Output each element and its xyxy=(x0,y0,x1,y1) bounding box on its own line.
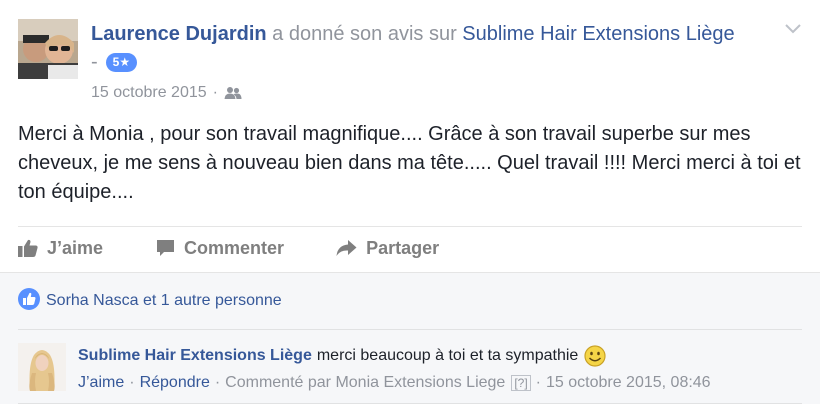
meta-separator: · xyxy=(212,84,218,101)
comment-meta: J’aime · Répondre · Commenté par Monia E… xyxy=(78,372,711,394)
post-date[interactable]: 15 octobre 2015 xyxy=(91,84,207,102)
comment-button[interactable]: Commenter xyxy=(156,238,284,259)
likes-summary: Sorha Nasca et 1 autre personne xyxy=(18,287,282,315)
thumbs-up-icon xyxy=(18,239,38,257)
author-name[interactable]: Laurence Dujardin xyxy=(91,23,267,45)
comment-author[interactable]: Sublime Hair Extensions Liège xyxy=(78,344,312,368)
chevron-down-icon[interactable] xyxy=(784,22,802,36)
rating-dash: - xyxy=(91,50,98,73)
post-meta: 15 octobre 2015 · xyxy=(91,82,242,104)
post-text: Merci à Monia , pour son travail magnifi… xyxy=(18,123,801,203)
action-bar: J’aime Commenter Partager xyxy=(18,228,439,268)
author-avatar[interactable] xyxy=(18,19,78,79)
share-button[interactable]: Partager xyxy=(336,238,439,259)
post-header: Laurence Dujardin a donné son avis sur S… xyxy=(91,21,735,47)
divider xyxy=(18,329,802,330)
meta-separator: · xyxy=(214,374,221,391)
friends-icon[interactable] xyxy=(224,86,242,100)
likers-link[interactable]: Sorha Nasca et 1 autre personne xyxy=(46,292,282,310)
reply-link[interactable]: Répondre xyxy=(140,372,210,394)
comment-avatar[interactable] xyxy=(18,343,66,391)
rating-badge[interactable]: 5★ xyxy=(105,52,138,72)
review-post: Laurence Dujardin a donné son avis sur S… xyxy=(0,0,820,404)
comment-text: merci beaucoup à toi et ta sympathie xyxy=(316,347,579,364)
meta-separator: · xyxy=(535,374,541,391)
share-arrow-icon xyxy=(336,240,357,256)
comment-label: Commenter xyxy=(184,237,285,258)
smiley-icon xyxy=(584,345,606,367)
reviewed-page-link[interactable]: Sublime Hair Extensions Liège xyxy=(462,23,734,45)
avatar-photo-icon xyxy=(18,343,66,391)
meta-separator: · xyxy=(129,374,135,391)
comment-like-link[interactable]: J’aime xyxy=(78,372,124,394)
like-reaction-icon xyxy=(18,287,40,315)
rating-line: - 5★ xyxy=(91,50,138,73)
help-link[interactable]: [?] xyxy=(511,375,531,391)
like-label: J’aime xyxy=(47,237,104,258)
comment-body: Sublime Hair Extensions Liège merci beau… xyxy=(78,344,606,368)
commented-by: Commenté par Monia Extensions Liege xyxy=(225,374,506,391)
share-label: Partager xyxy=(366,237,440,258)
avatar-photo-icon xyxy=(18,19,78,79)
divider xyxy=(18,226,802,227)
review-verb: a donné son avis sur xyxy=(272,23,457,45)
like-button[interactable]: J’aime xyxy=(18,238,103,259)
comment-icon xyxy=(157,240,175,256)
comments-panel: Sorha Nasca et 1 autre personne Sublime … xyxy=(0,272,820,404)
comment-timestamp[interactable]: 15 octobre 2015, 08:46 xyxy=(546,372,711,394)
